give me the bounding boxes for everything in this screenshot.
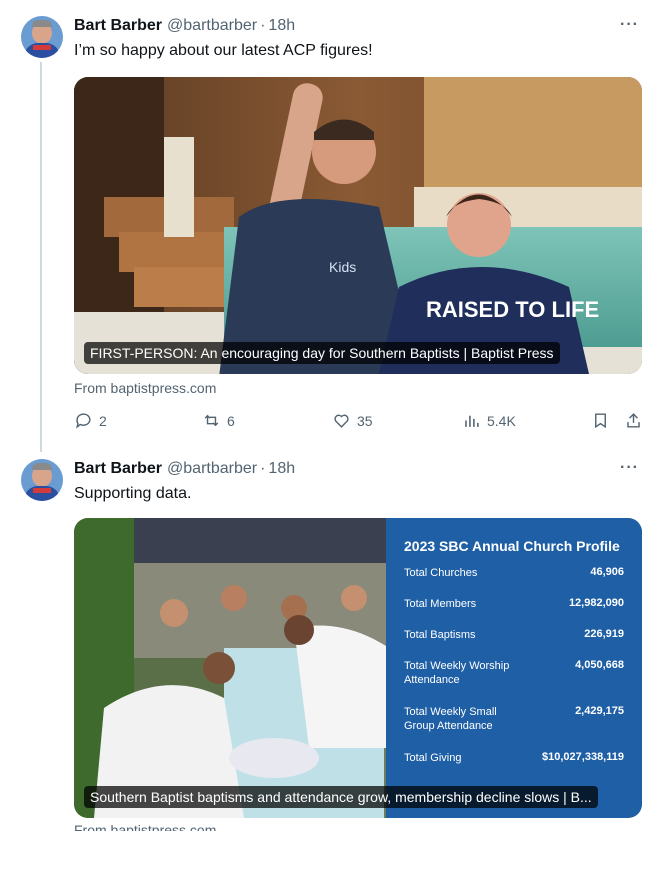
author-handle[interactable]: @bartbarber (167, 17, 257, 35)
author-name[interactable]: Bart Barber (74, 17, 162, 35)
card-source[interactable]: From baptistpress.com (74, 822, 216, 831)
share-button[interactable] (624, 411, 643, 430)
stat-value: 46,906 (590, 566, 624, 578)
repost-button[interactable]: 6 (202, 411, 235, 430)
stat-row: Total Giving $10,027,338,119 (404, 751, 624, 781)
card-caption: Southern Baptist baptisms and attendance… (84, 786, 598, 808)
stat-row: Total Baptisms 226,919 (404, 628, 624, 659)
tweet-header: Bart Barber @bartbarber · 18h (74, 459, 295, 479)
bookmark-icon (595, 413, 606, 429)
action-bar: 2 6 35 5.4K (74, 411, 644, 433)
stat-label: Total Members (404, 598, 477, 610)
link-card[interactable]: Kids RAISED TO LIFE FIRST-PERSON: An enc… (74, 77, 642, 374)
repost-count: 6 (227, 412, 235, 429)
author-handle[interactable]: @bartbarber (167, 460, 257, 478)
tweet-header: Bart Barber @bartbarber · 18h (74, 16, 295, 36)
stat-label: Total Baptisms (404, 629, 476, 641)
like-count: 35 (357, 412, 373, 429)
stat-row: Total Members 12,982,090 (404, 597, 624, 628)
stat-value: 4,050,668 (575, 659, 624, 671)
card-image: Kids RAISED TO LIFE (74, 77, 642, 374)
timestamp[interactable]: 18h (268, 17, 295, 35)
views-icon (465, 415, 479, 427)
separator: · (260, 460, 266, 477)
bookmark-button[interactable] (591, 411, 610, 430)
shirt-slogan-text: RAISED TO LIFE (426, 297, 599, 322)
stat-value: $10,027,338,119 (542, 751, 624, 763)
views-count: 5.4K (487, 412, 516, 429)
thread-line (40, 62, 42, 452)
stat-row: Total Weekly Worship Attendance 4,050,66… (404, 659, 624, 705)
stat-label: Total Churches (404, 567, 478, 579)
tweet-text: Supporting data. (74, 485, 192, 502)
stat-row: Total Weekly Small Group Attendance 2,42… (404, 705, 624, 751)
timestamp[interactable]: 18h (268, 460, 295, 478)
author-name[interactable]: Bart Barber (74, 460, 162, 478)
stat-value: 226,919 (584, 628, 624, 640)
avatar[interactable] (21, 459, 63, 501)
stats-title: 2023 SBC Annual Church Profile (404, 538, 620, 554)
more-icon[interactable]: ··· (620, 459, 639, 477)
like-button[interactable]: 35 (332, 411, 373, 430)
repost-icon (204, 414, 219, 427)
separator: · (260, 17, 266, 34)
stat-label: Total Weekly Small Group Attendance (404, 706, 497, 732)
card-caption: FIRST-PERSON: An encouraging day for Sou… (84, 342, 560, 364)
more-icon[interactable]: ··· (620, 16, 639, 34)
stat-value: 12,982,090 (568, 597, 624, 609)
tweet-text: I’m so happy about our latest ACP figure… (74, 42, 373, 59)
card-source[interactable]: From baptistpress.com (74, 380, 216, 396)
like-icon (334, 414, 349, 428)
reply-icon (75, 413, 91, 429)
link-card[interactable]: 2023 SBC Annual Church Profile Total Chu… (74, 518, 642, 818)
stat-value: 2,429,175 (575, 705, 624, 717)
avatar[interactable] (21, 16, 63, 58)
reply-button[interactable]: 2 (74, 411, 107, 430)
stats-panel: 2023 SBC Annual Church Profile Total Chu… (386, 518, 642, 818)
shirt-logo-text: Kids (329, 259, 356, 275)
stat-label: Total Weekly Worship Attendance (404, 660, 510, 686)
stat-label: Total Giving (404, 752, 462, 764)
stat-row: Total Churches 46,906 (404, 566, 624, 597)
share-icon (627, 413, 640, 428)
views-button[interactable]: 5.4K (462, 411, 516, 430)
reply-count: 2 (99, 412, 107, 429)
